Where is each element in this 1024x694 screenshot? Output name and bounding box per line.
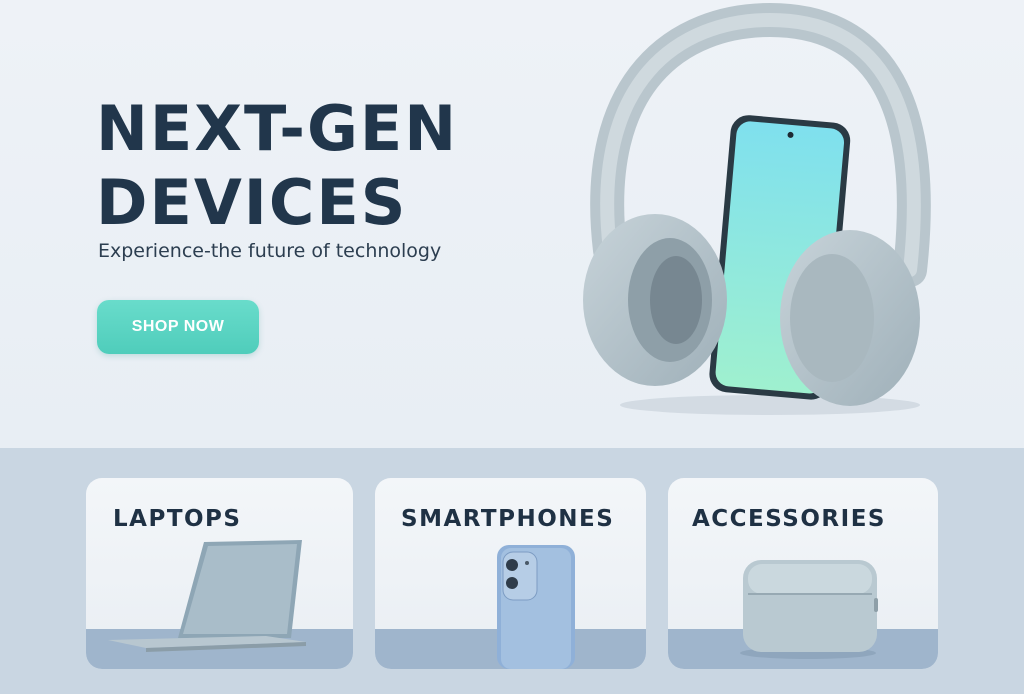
hero-title-line-1: NEXT-GEN xyxy=(96,92,459,165)
category-card-laptops[interactable]: LAPTOPS xyxy=(86,478,353,669)
smartphone-icon xyxy=(497,545,575,669)
category-card-accessories[interactable]: ACCESSORIES xyxy=(668,478,938,669)
hero-subtitle: Experience-the future of technology xyxy=(98,240,442,262)
category-card-smartphones[interactable]: SMARTPHONES xyxy=(375,478,646,669)
headphones-phone-image xyxy=(583,2,931,415)
hero-title: NEXT-GEN DEVICES xyxy=(96,92,536,240)
earbuds-case-icon xyxy=(740,560,878,659)
shop-now-button[interactable]: SHOP NOW xyxy=(97,300,259,354)
laptop-icon xyxy=(108,540,306,652)
hero-title-line-2: DEVICES xyxy=(96,166,408,239)
hero-section: NEXT-GEN DEVICES Experience-the future o… xyxy=(0,0,1024,448)
